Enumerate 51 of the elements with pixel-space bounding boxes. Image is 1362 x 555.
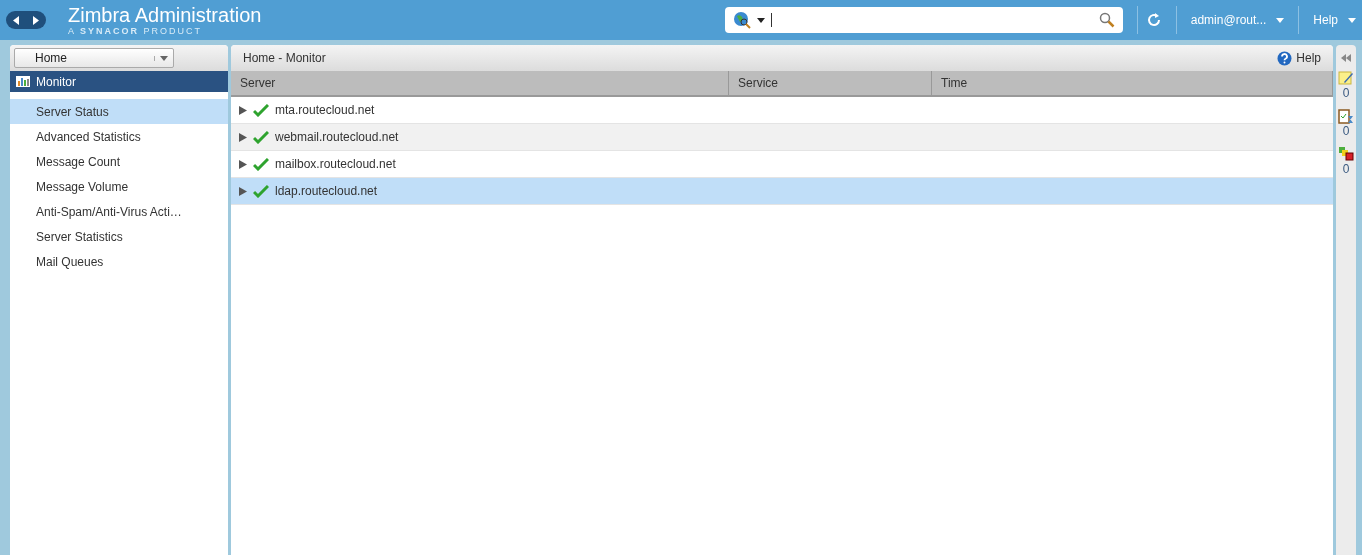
breadcrumb-dropdown[interactable]: Home xyxy=(14,48,174,68)
section-title: Monitor xyxy=(36,74,76,89)
expand-arrow-icon[interactable] xyxy=(239,159,247,169)
column-header[interactable]: Service xyxy=(729,71,932,95)
caret-icon xyxy=(160,55,168,61)
notepad-icon[interactable] xyxy=(1338,70,1354,86)
sidebar-item[interactable]: Anti-Spam/Anti-Virus Acti… xyxy=(10,199,228,224)
expand-arrow-icon[interactable] xyxy=(239,105,247,115)
sidebar-item[interactable]: Server Statistics xyxy=(10,224,228,249)
sidebar-item[interactable]: Message Count xyxy=(10,149,228,174)
app-title: Zimbra Administration xyxy=(68,4,262,26)
server-row[interactable]: webmail.routecloud.net xyxy=(231,124,1333,151)
column-header[interactable]: Server xyxy=(231,71,729,95)
sidebar-item[interactable]: Server Status xyxy=(10,99,228,124)
server-name: webmail.routecloud.net xyxy=(275,130,399,144)
refresh-icon[interactable] xyxy=(1145,12,1162,28)
expand-arrow-icon[interactable] xyxy=(239,132,247,142)
collapse-icon[interactable] xyxy=(1341,54,1351,62)
back-icon[interactable] xyxy=(13,15,19,25)
server-name: ldap.routecloud.net xyxy=(275,184,378,198)
column-header[interactable]: Time xyxy=(932,71,1333,95)
check-icon xyxy=(253,103,269,117)
navigation-arrows[interactable] xyxy=(6,11,46,29)
app-subtitle: A SYNACOR PRODUCT xyxy=(68,26,204,36)
forward-icon[interactable] xyxy=(33,15,39,25)
sidebar-item[interactable]: Advanced Statistics xyxy=(10,124,228,149)
help-link[interactable]: Help xyxy=(1277,50,1321,66)
search-icon[interactable] xyxy=(1098,12,1115,28)
caret-icon xyxy=(1348,17,1356,23)
expand-arrow-icon[interactable] xyxy=(239,186,247,196)
globe-search-icon[interactable] xyxy=(732,11,751,29)
help-icon xyxy=(1277,50,1293,66)
squares-icon[interactable] xyxy=(1338,146,1354,162)
count-label: 0 xyxy=(1342,86,1350,100)
page-title: Home - Monitor xyxy=(243,51,326,65)
server-name: mailbox.routecloud.net xyxy=(275,157,396,171)
check-icon xyxy=(253,157,269,171)
bar-chart-icon xyxy=(16,76,30,87)
search-field[interactable] xyxy=(724,7,1123,33)
sidebar-item[interactable]: Message Volume xyxy=(10,174,228,199)
clipboard-hourglass-icon[interactable] xyxy=(1338,108,1354,124)
check-icon xyxy=(253,130,269,144)
server-name: mta.routecloud.net xyxy=(275,103,375,117)
check-icon xyxy=(253,184,269,198)
server-row[interactable]: ldap.routecloud.net xyxy=(231,178,1333,205)
count-label: 0 xyxy=(1342,124,1350,138)
count-label: 0 xyxy=(1342,162,1350,176)
caret-icon xyxy=(756,17,765,23)
section-header[interactable]: Monitor xyxy=(10,71,228,92)
sidebar-item[interactable]: Mail Queues xyxy=(10,249,228,274)
caret-icon xyxy=(1276,17,1285,23)
